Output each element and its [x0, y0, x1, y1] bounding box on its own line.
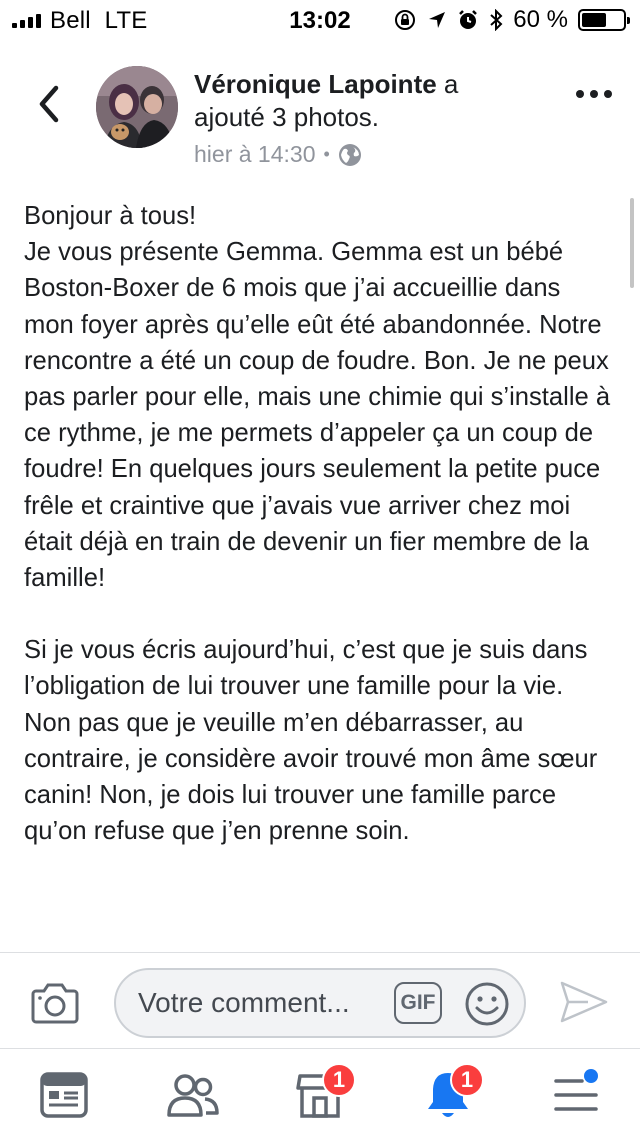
send-arrow-icon	[560, 981, 608, 1023]
gif-button[interactable]: GIF	[394, 982, 442, 1024]
tab-notifications[interactable]: 1	[420, 1063, 484, 1123]
camera-button[interactable]	[30, 981, 80, 1030]
news-feed-icon	[40, 1072, 88, 1118]
comment-input[interactable]	[138, 987, 383, 1019]
meta-separator: •	[323, 144, 330, 164]
send-button[interactable]	[558, 979, 610, 1030]
comment-input-container[interactable]: GIF	[114, 968, 526, 1038]
network-type: LTE	[104, 7, 148, 34]
notifications-badge: 1	[450, 1063, 484, 1097]
battery-percent: 60 %	[513, 6, 568, 33]
post-timestamp[interactable]: hier à 14:30	[194, 138, 315, 171]
friends-icon	[167, 1074, 219, 1117]
scrollbar[interactable]	[630, 198, 634, 288]
post-paragraph: Bonjour à tous! Je vous présente Gemma. …	[24, 202, 611, 593]
battery-icon	[578, 9, 630, 31]
camera-icon	[31, 983, 79, 1024]
post-body: Bonjour à tous! Je vous présente Gemma. …	[24, 198, 614, 885]
author-name[interactable]: Véronique Lapointe	[194, 69, 437, 99]
location-arrow-icon	[429, 12, 446, 28]
tab-menu[interactable]	[548, 1067, 604, 1123]
battery-fill	[582, 13, 606, 27]
tab-news-feed[interactable]	[36, 1067, 92, 1123]
chevron-left-icon	[39, 85, 59, 123]
tab-friends[interactable]	[164, 1067, 220, 1123]
avatar-photo	[96, 66, 178, 148]
smiley-icon	[465, 982, 509, 1026]
alarm-icon	[459, 10, 478, 29]
menu-notification-dot	[584, 1069, 598, 1083]
globe-icon	[338, 143, 361, 166]
bluetooth-icon	[490, 9, 503, 31]
author-avatar[interactable]	[96, 66, 178, 148]
status-bar: Bell LTE 13:02 60 %	[0, 0, 640, 40]
orientation-lock-icon	[395, 10, 416, 30]
post-header: Véronique Lapointe a ajouté 3 photos. hi…	[0, 60, 640, 180]
emoji-button[interactable]	[464, 981, 510, 1032]
post-author-block: Véronique Lapointe a ajouté 3 photos. hi…	[194, 68, 524, 171]
marketplace-badge: 1	[322, 1063, 356, 1097]
signal-strength-icon	[12, 12, 41, 28]
comment-bar: GIF	[0, 952, 640, 1048]
tab-marketplace[interactable]: 1	[292, 1063, 356, 1123]
post-meta: hier à 14:30 •	[194, 138, 524, 171]
post-paragraph: Si je vous écris aujourd’hui, c’est que …	[24, 636, 598, 846]
tab-bar: 1 1	[0, 1048, 640, 1136]
carrier-label: Bell LTE	[50, 7, 148, 34]
back-button[interactable]	[28, 84, 68, 124]
more-options-button[interactable]	[576, 90, 612, 98]
